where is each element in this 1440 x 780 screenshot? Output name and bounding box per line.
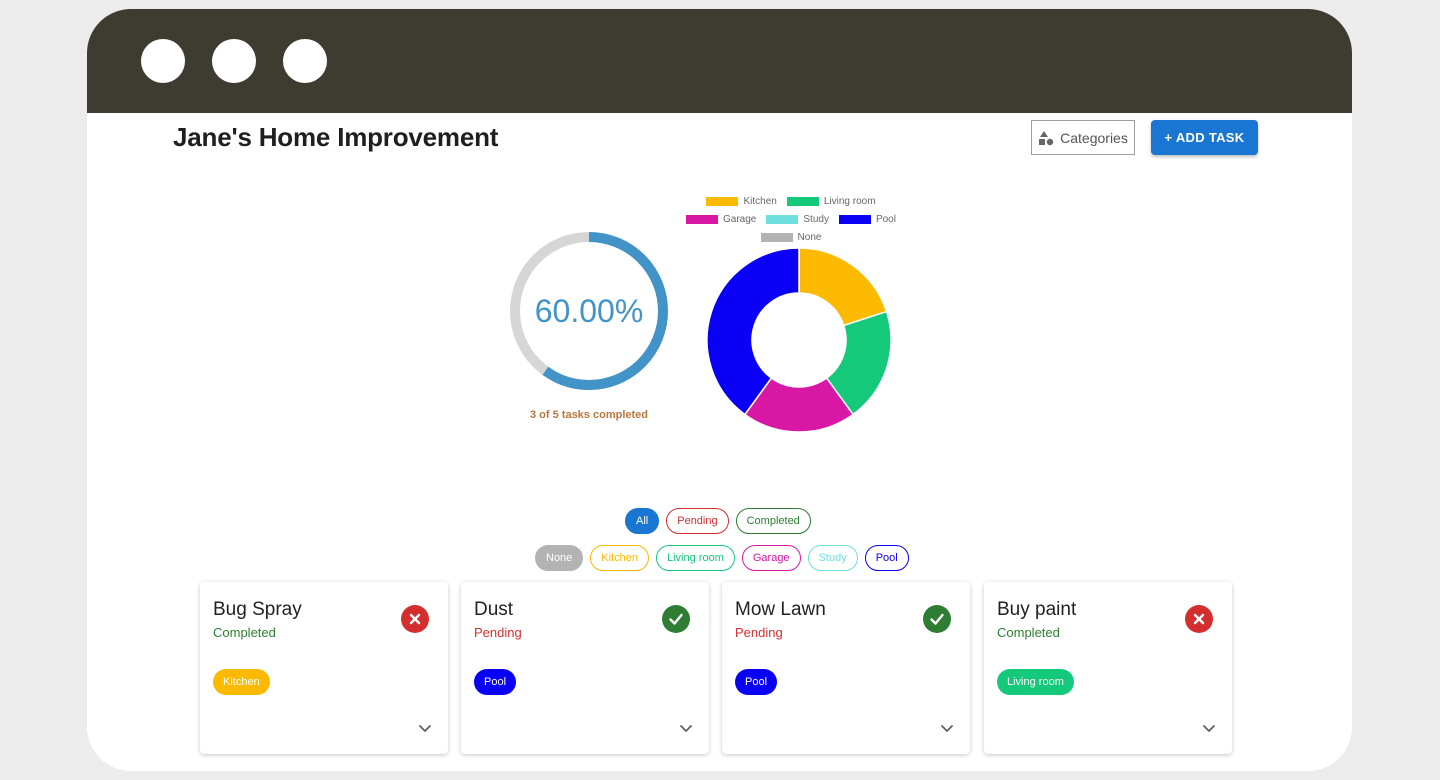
legend-row: Kitchen Living room (681, 192, 901, 210)
legend-label: None (797, 231, 822, 243)
task-card[interactable]: Buy paint Completed Living room (984, 582, 1232, 754)
task-category-tag[interactable]: Kitchen (213, 669, 270, 695)
chevron-down-icon[interactable] (1202, 721, 1216, 735)
legend-item[interactable]: None (760, 231, 822, 243)
legend-swatch (786, 196, 819, 206)
task-category-tag[interactable]: Pool (474, 669, 517, 695)
task-card[interactable]: Bug Spray Completed Kitchen (200, 582, 448, 754)
filter-chip-pending[interactable]: Pending (666, 508, 729, 534)
task-status: Completed (997, 625, 1060, 640)
browser-window: Jane's Home Improvement Categories + ADD… (87, 9, 1352, 771)
progress-caption: 3 of 5 tasks completed (530, 409, 648, 421)
task-title: Mow Lawn (735, 599, 826, 620)
legend-row: None (681, 228, 901, 246)
window-maximize-dot[interactable] (283, 39, 327, 83)
legend-item[interactable]: Study (766, 214, 829, 225)
legend-item[interactable]: Kitchen (706, 195, 777, 207)
window-minimize-dot[interactable] (212, 39, 256, 83)
close-circle-icon[interactable] (1185, 605, 1213, 633)
task-card[interactable]: Mow Lawn Pending Pool (722, 582, 970, 754)
legend-label: Kitchen (743, 195, 777, 207)
task-status: Completed (213, 625, 276, 640)
legend-swatch (766, 214, 799, 224)
category-donut-chart (705, 246, 893, 434)
close-circle-icon[interactable] (401, 605, 429, 633)
task-title: Dust (474, 599, 514, 620)
legend-label: Study (803, 213, 829, 225)
task-status: Pending (474, 625, 522, 640)
task-status: Pending (735, 625, 783, 640)
task-category-tag[interactable]: Living room (997, 669, 1074, 695)
task-category-tag[interactable]: Pool (735, 669, 778, 695)
chevron-down-icon[interactable] (418, 721, 432, 735)
categories-button[interactable]: Categories (1031, 120, 1135, 155)
legend-item[interactable]: Garage (686, 214, 756, 225)
page-title: Jane's Home Improvement (173, 122, 499, 152)
legend-swatch (760, 232, 793, 242)
category-filter-group: None Kitchen Living room Garage Study Pool (535, 545, 909, 571)
status-filter-group: All Pending Completed (625, 508, 811, 534)
legend-item[interactable]: Living room (786, 195, 876, 207)
legend-row: Garage Study Pool (681, 210, 901, 228)
window-close-dot[interactable] (141, 39, 185, 83)
legend-label: Garage (723, 213, 757, 225)
completion-progress-ring: 60.00% (505, 227, 673, 395)
filter-chip-all[interactable]: All (625, 508, 660, 534)
shapes-icon (1039, 130, 1054, 145)
legend-swatch (706, 196, 739, 206)
category-chip-kitchen[interactable]: Kitchen (590, 545, 649, 571)
legend-label: Living room (823, 195, 876, 207)
chevron-down-icon[interactable] (679, 721, 693, 735)
chart-legend: Kitchen Living room Garage Study Pool None (681, 192, 901, 246)
progress-percent: 60.00% (534, 292, 644, 329)
add-task-button[interactable]: + ADD TASK (1151, 120, 1258, 155)
task-title: Bug Spray (213, 599, 302, 620)
donut-slice-kitchen[interactable] (798, 247, 888, 327)
check-circle-icon[interactable] (923, 605, 951, 633)
legend-swatch (838, 214, 871, 224)
category-chip-none[interactable]: None (535, 545, 584, 571)
category-chip-study[interactable]: Study (807, 545, 858, 571)
category-chip-garage[interactable]: Garage (741, 545, 801, 571)
category-chip-living-room[interactable]: Living room (656, 545, 735, 571)
filter-chip-completed[interactable]: Completed (735, 508, 811, 534)
category-chip-pool[interactable]: Pool (864, 545, 909, 571)
legend-item[interactable]: Pool (838, 213, 896, 225)
task-card[interactable]: Dust Pending Pool (461, 582, 709, 754)
legend-swatch (686, 214, 719, 224)
window-titlebar (87, 9, 1352, 113)
categories-button-label: Categories (1060, 129, 1128, 146)
task-title: Buy paint (997, 599, 1077, 620)
check-circle-icon[interactable] (662, 605, 690, 633)
chevron-down-icon[interactable] (940, 721, 954, 735)
legend-label: Pool (875, 213, 896, 225)
